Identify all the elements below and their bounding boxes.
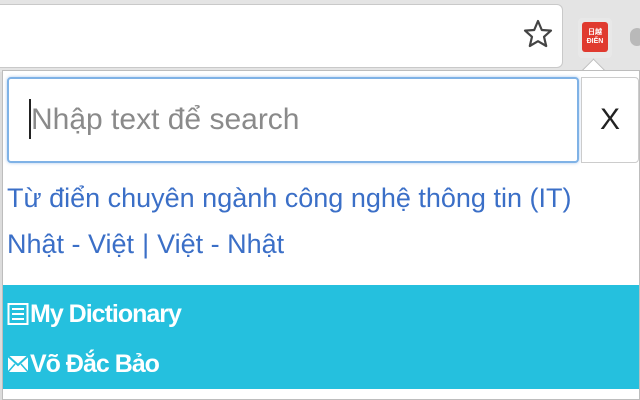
list-icon: [7, 303, 29, 325]
extension-icon-partial[interactable]: [630, 28, 640, 46]
language-separator: |: [142, 229, 150, 259]
mail-icon: [7, 355, 29, 373]
star-icon[interactable]: [522, 18, 554, 50]
extension-popup: X Từ điển chuyên ngành công nghệ thông t…: [2, 70, 640, 400]
my-dictionary-label: My Dictionary: [30, 299, 182, 328]
browser-toolbar: 日越 ĐIỂN: [0, 0, 640, 72]
author-name-label: Võ Đắc Bảo: [30, 349, 160, 378]
author-contact-item[interactable]: Võ Đắc Bảo: [7, 345, 160, 383]
menu-panel: My Dictionary Võ Đắc Bảo: [3, 285, 639, 389]
search-input[interactable]: [7, 77, 579, 163]
dictionary-extension-icon[interactable]: 日越 ĐIỂN: [578, 18, 612, 58]
vietnamese-japanese-link[interactable]: Việt - Nhật: [157, 229, 284, 259]
language-direction-links: Nhật - Việt | Việt - Nhật: [7, 229, 284, 260]
text-caret: [29, 99, 31, 139]
clear-button[interactable]: X: [581, 77, 639, 163]
it-dictionary-link[interactable]: Từ điển chuyên ngành công nghệ thông tin…: [7, 183, 571, 214]
japanese-vietnamese-link[interactable]: Nhật - Việt: [7, 229, 134, 259]
extension-badge: 日越 ĐIỂN: [582, 22, 608, 52]
address-bar[interactable]: [0, 4, 563, 68]
my-dictionary-item[interactable]: My Dictionary: [7, 295, 182, 333]
